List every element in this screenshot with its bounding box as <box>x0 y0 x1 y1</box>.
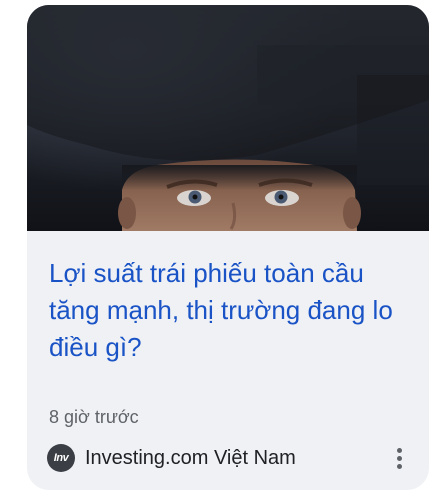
dot <box>396 463 402 469</box>
source-name[interactable]: Investing.com Việt Nam <box>85 447 296 470</box>
dot <box>396 447 402 453</box>
more-options-icon[interactable] <box>387 443 411 473</box>
dot <box>396 455 402 461</box>
source-logo-icon: Inv <box>47 444 75 472</box>
article-image[interactable] <box>27 5 429 231</box>
news-card[interactable]: Lợi suất trái phiếu toàn cầu tăng mạnh, … <box>27 5 429 490</box>
publish-time: 8 giờ trước <box>49 407 139 427</box>
article-title[interactable]: Lợi suất trái phiếu toàn cầu tăng mạnh, … <box>49 255 414 366</box>
source-info[interactable]: Inv Investing.com Việt Nam <box>47 443 296 473</box>
